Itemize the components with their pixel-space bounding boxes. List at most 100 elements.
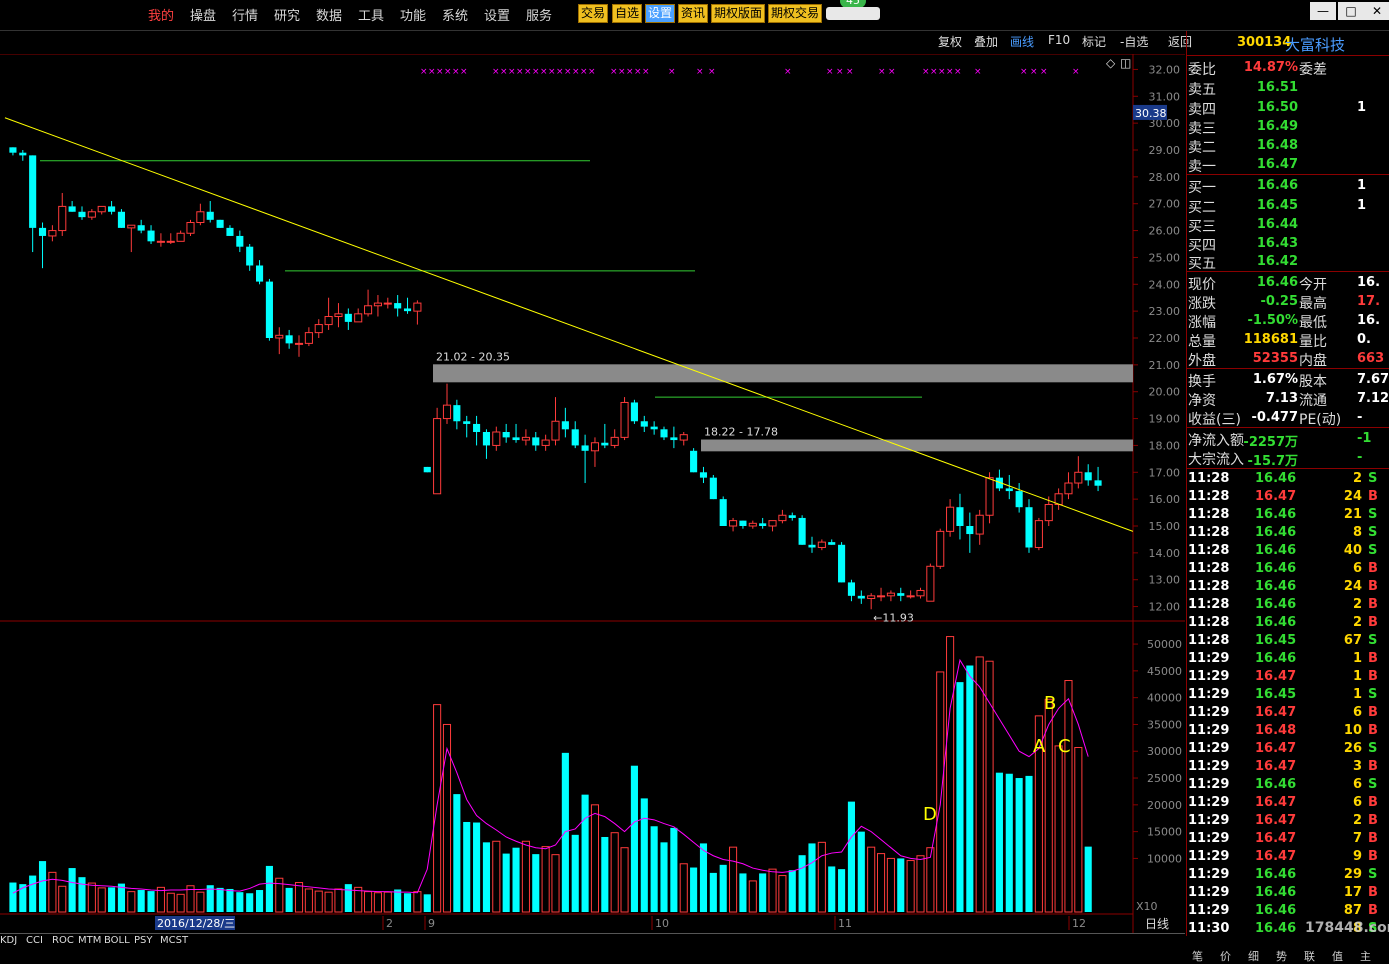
volume-bar xyxy=(294,882,304,913)
quote-tab-2[interactable]: 细 xyxy=(1248,948,1259,964)
signal-marker: × xyxy=(1020,67,1028,77)
minimize-button[interactable]: — xyxy=(1310,2,1336,20)
quick-button-3[interactable]: 资讯 xyxy=(678,4,709,23)
maximize-button[interactable]: □ xyxy=(1338,2,1364,20)
trend-line[interactable] xyxy=(4,117,1134,532)
candle xyxy=(601,423,609,449)
signal-marker: × xyxy=(878,67,886,77)
volume-bar xyxy=(442,723,452,913)
indicator-tab-psy[interactable]: PSY xyxy=(134,935,153,946)
quote-value: 16.46 xyxy=(1256,178,1298,193)
menu-item-5[interactable]: 工具 xyxy=(358,5,384,24)
diamond-icon[interactable]: ◇ xyxy=(1106,56,1116,70)
tick-row: 11:29 16.48 10 B xyxy=(1187,722,1389,740)
tick-side: B xyxy=(1368,885,1378,900)
candle xyxy=(768,520,777,532)
volume-axis-label: 15000 xyxy=(1147,826,1182,839)
quick-button-2[interactable]: 设置 xyxy=(645,4,676,23)
quick-button-0[interactable]: 交易 xyxy=(578,4,609,23)
badge-icon[interactable]: 45 xyxy=(826,0,880,20)
price-axis-label: 17.00 xyxy=(1149,466,1181,479)
tick-price: 16.47 xyxy=(1255,741,1297,756)
tick-price: 16.46 xyxy=(1255,867,1297,882)
tick-side: B xyxy=(1368,903,1378,918)
tick-row: 11:28 16.46 8 S xyxy=(1187,524,1389,542)
menu-item-8[interactable]: 设置 xyxy=(484,5,510,24)
menu-item-7[interactable]: 系统 xyxy=(442,5,468,24)
window-icon[interactable]: ◫ xyxy=(1120,56,1131,70)
menu-item-6[interactable]: 功能 xyxy=(400,5,426,24)
toolbar-item-3[interactable]: F10 xyxy=(1048,33,1070,47)
volume-axis-label: 20000 xyxy=(1147,799,1182,812)
volume-bar xyxy=(521,840,530,913)
toolbar-item-4[interactable]: 标记 xyxy=(1082,33,1106,50)
toolbar-item-0[interactable]: 复权 xyxy=(938,33,962,50)
volume-bar xyxy=(423,894,431,912)
indicator-tab-boll[interactable]: BOLL xyxy=(104,935,130,946)
signal-marker: × xyxy=(572,67,580,77)
price-axis-label: 31.00 xyxy=(1149,90,1181,103)
menu-item-4[interactable]: 数据 xyxy=(316,5,342,24)
quick-button-5[interactable]: 期权交易 xyxy=(768,4,823,23)
quote-label: 总量 xyxy=(1188,334,1216,350)
menu-item-0[interactable]: 我的 xyxy=(148,5,174,24)
zone2-label: 18.22 - 17.78 xyxy=(704,426,778,439)
signal-marker: × xyxy=(946,67,954,77)
toolbar-item-2[interactable]: 画线 xyxy=(1010,33,1034,50)
quote-value: -0.477 xyxy=(1251,410,1298,425)
volume-bar xyxy=(502,853,510,912)
quote-panel-tabs: 笔价细势联值主 xyxy=(1186,948,1389,963)
volume-bar xyxy=(541,846,550,913)
quote-value: 16.49 xyxy=(1256,119,1298,134)
period-label[interactable]: 日线 xyxy=(1145,917,1169,931)
candle xyxy=(690,448,698,473)
toolbar-item-1[interactable]: 叠加 xyxy=(974,33,998,50)
quote-tab-4[interactable]: 联 xyxy=(1304,948,1315,964)
quote-tab-1[interactable]: 价 xyxy=(1220,948,1231,964)
menu-item-9[interactable]: 服务 xyxy=(526,5,552,24)
tick-price: 16.46 xyxy=(1255,921,1297,936)
indicator-tab-mcst[interactable]: MCST xyxy=(160,935,188,946)
month-label: 12 xyxy=(1072,917,1086,930)
quote-value-2: -1 xyxy=(1357,431,1372,446)
tick-row: 11:29 16.47 1 B xyxy=(1187,668,1389,686)
quote-tab-5[interactable]: 值 xyxy=(1332,948,1343,964)
kline-chart[interactable]: 32.0031.0030.0029.0028.0027.0026.0025.00… xyxy=(0,54,1185,934)
signal-marker: × xyxy=(634,67,642,77)
signal-marker: × xyxy=(500,67,508,77)
quick-button-4[interactable]: 期权版面 xyxy=(711,4,766,23)
indicator-tab-cci[interactable]: CCI xyxy=(26,935,43,946)
menu-item-2[interactable]: 行情 xyxy=(232,5,258,24)
candle xyxy=(798,515,806,545)
candle xyxy=(236,230,244,253)
quote-value: 16.45 xyxy=(1256,198,1298,213)
close-button[interactable]: ✕ xyxy=(1364,2,1389,20)
candle xyxy=(1074,456,1083,489)
volume-bar xyxy=(246,893,254,912)
quote-tab-3[interactable]: 势 xyxy=(1276,948,1287,964)
menu-item-3[interactable]: 研究 xyxy=(274,5,300,24)
indicator-tab-kdj[interactable]: KDJ xyxy=(0,935,17,946)
quick-button-1[interactable]: 自选 xyxy=(612,4,643,23)
candle xyxy=(709,474,717,500)
volume-bar xyxy=(936,671,945,913)
candle xyxy=(808,536,816,553)
tick-row: 11:29 16.46 29 S xyxy=(1187,866,1389,884)
tick-time: 11:28 xyxy=(1188,543,1230,558)
tick-price: 16.46 xyxy=(1255,525,1297,540)
candle xyxy=(137,219,145,234)
menu-item-1[interactable]: 操盘 xyxy=(190,5,216,24)
indicator-tab-roc[interactable]: ROC xyxy=(52,935,74,946)
signal-marker: × xyxy=(610,67,618,77)
quote-tab-0[interactable]: 笔 xyxy=(1192,948,1203,964)
indicator-tab-mtm[interactable]: MTM xyxy=(78,935,101,946)
tick-row: 11:28 16.46 6 B xyxy=(1187,560,1389,578)
toolbar-item-5[interactable]: -自选 xyxy=(1120,33,1148,50)
volume-bar xyxy=(798,855,806,912)
tick-volume: 26 xyxy=(1343,741,1362,756)
volume-axis-label: 25000 xyxy=(1147,772,1182,785)
candle xyxy=(423,466,431,473)
quote-label: 涨跌 xyxy=(1188,296,1216,312)
candle xyxy=(512,423,520,443)
quote-tab-6[interactable]: 主 xyxy=(1360,948,1371,964)
